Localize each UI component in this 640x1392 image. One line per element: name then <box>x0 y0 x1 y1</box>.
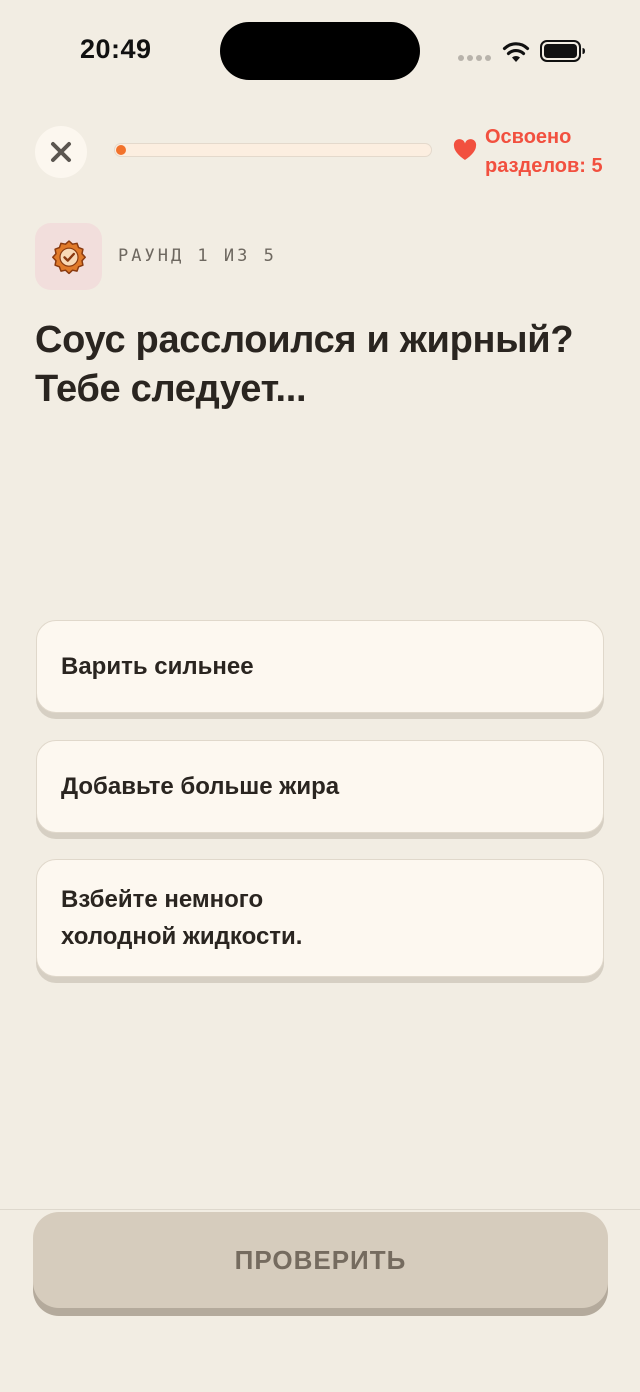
progress-fill <box>116 145 126 155</box>
round-badge <box>35 223 102 290</box>
answer-option-label: Варить сильнее <box>61 653 254 680</box>
bottom-divider <box>0 1209 640 1210</box>
cellular-signal-icon <box>458 55 491 61</box>
answer-option-label: Добавьте больше жира <box>61 773 340 800</box>
dynamic-island <box>220 22 420 80</box>
check-button[interactable]: ПРОВЕРИТЬ <box>33 1212 608 1308</box>
mastered-sections-counter: Освоено разделов: 5 <box>485 126 603 177</box>
answer-option-1[interactable]: Варить сильнее <box>36 620 604 713</box>
answer-option-2[interactable]: Добавьте больше жира <box>36 740 604 833</box>
verified-badge-icon <box>51 239 86 274</box>
close-icon <box>51 142 71 162</box>
status-bar: 20:49 <box>0 0 640 104</box>
answer-option-3[interactable]: Взбейте немного холодной жидкости. <box>36 859 604 977</box>
close-button[interactable] <box>35 126 87 178</box>
question-title: Соус расслоился и жирный? Тебе следует..… <box>35 319 574 410</box>
battery-icon <box>540 40 585 62</box>
round-label: РАУНД 1 ИЗ 5 <box>118 246 277 266</box>
status-time: 20:49 <box>80 34 152 64</box>
progress-bar <box>114 143 432 157</box>
answer-option-label: Взбейте немного холодной жидкости. <box>61 886 303 950</box>
wifi-icon <box>502 42 530 62</box>
heart-icon <box>453 139 477 160</box>
